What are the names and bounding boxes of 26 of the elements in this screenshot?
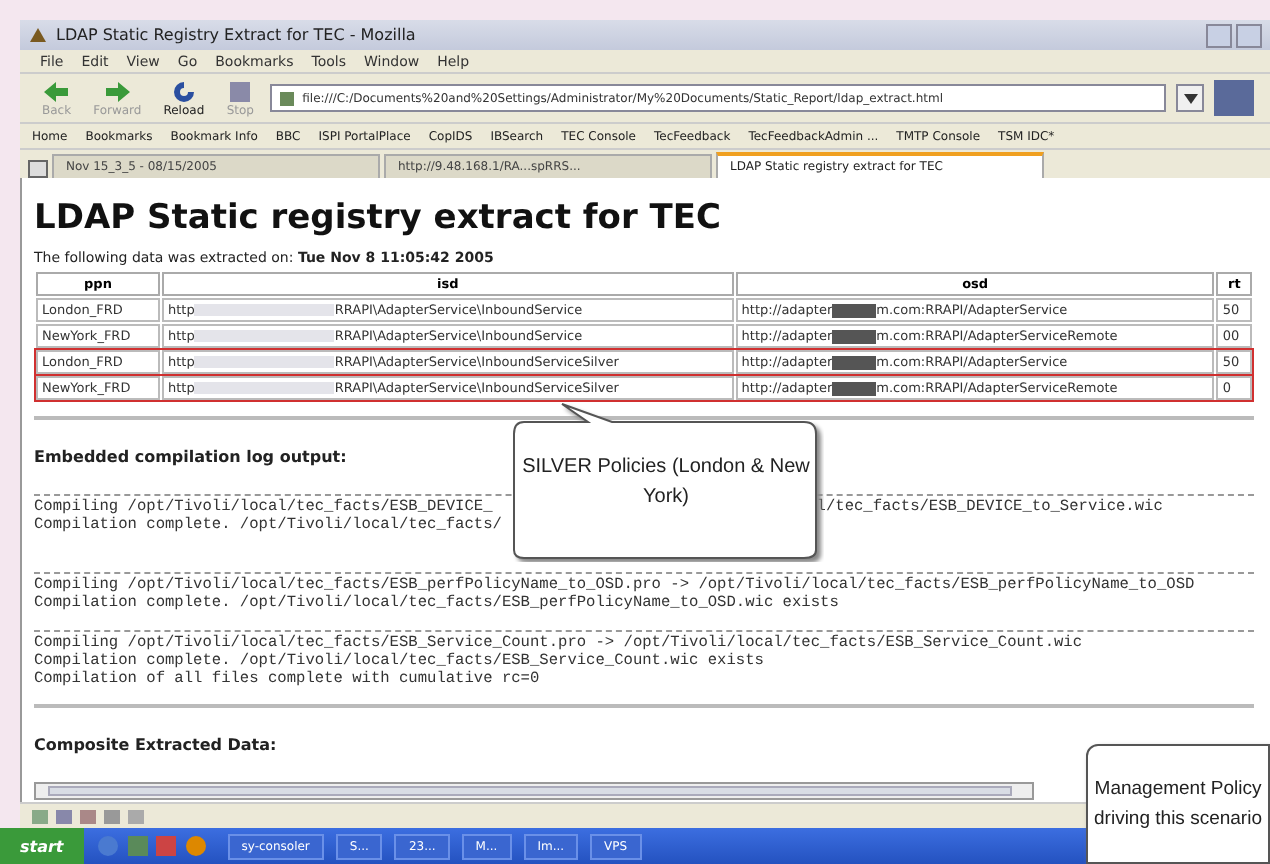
- scroll-thumb[interactable]: [48, 786, 1012, 796]
- callout: Management Policy driving this scenario: [1086, 744, 1270, 864]
- page-heading: LDAP Static registry extract for TEC: [34, 198, 723, 238]
- caret-icon: [1183, 93, 1197, 103]
- blurred-text: [194, 304, 335, 317]
- forward-arrow-icon: [103, 79, 132, 103]
- redaction-block: [832, 355, 877, 370]
- blurred-text: [194, 330, 335, 343]
- start-button[interactable]: start: [0, 828, 84, 864]
- page-icon: [278, 89, 297, 107]
- blurred-text: [194, 382, 335, 395]
- window-title: LDAP Static Registry Extract for TEC - Mozilla: [56, 26, 418, 44]
- redaction-block: [832, 381, 877, 396]
- stop-icon: [226, 79, 255, 103]
- minimize-button[interactable]: [1206, 23, 1232, 47]
- tab-list-icon[interactable]: [28, 160, 48, 178]
- back-arrow-icon: [42, 79, 71, 103]
- reload-icon: [169, 79, 198, 103]
- maximize-button[interactable]: [1236, 23, 1262, 47]
- blurred-text: [194, 356, 335, 369]
- dropdown-button[interactable]: [1176, 84, 1204, 112]
- section-heading: Composite Extracted Data:: [34, 736, 277, 754]
- redaction-block: [832, 329, 877, 344]
- horizontal-scrollbar[interactable]: [34, 782, 1034, 800]
- section-heading: Embedded compilation log output:: [34, 448, 347, 466]
- redaction-block: [832, 303, 877, 318]
